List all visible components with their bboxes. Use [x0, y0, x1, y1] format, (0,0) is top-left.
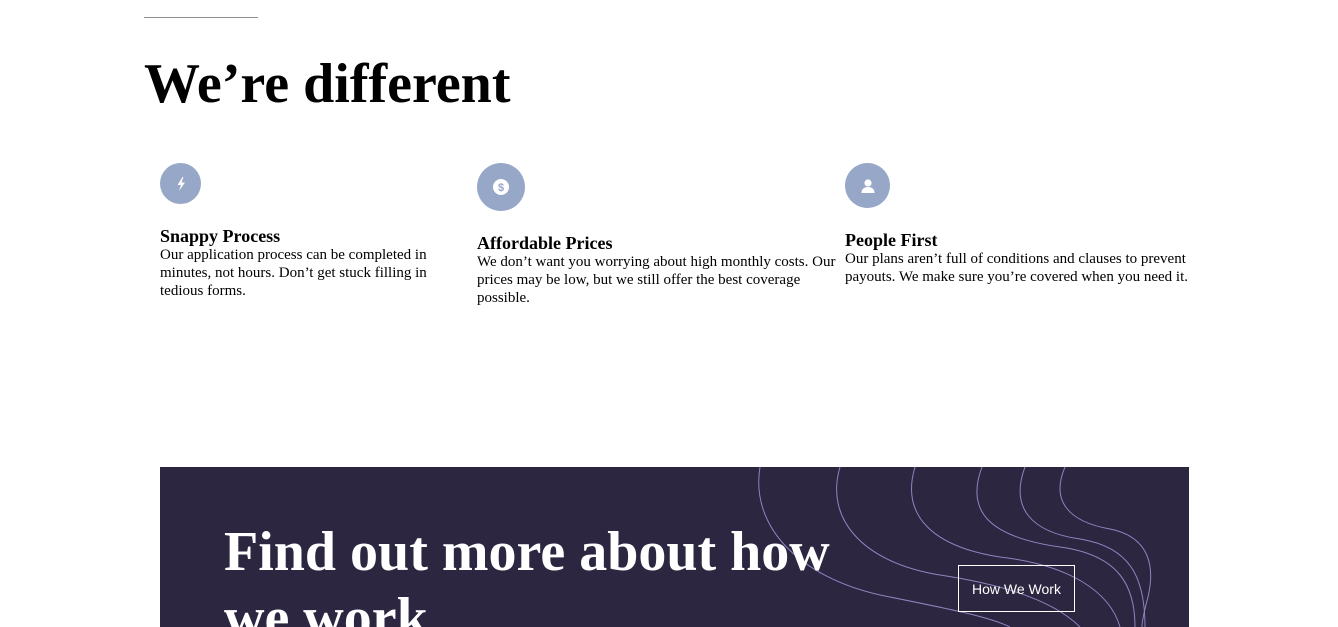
lightning-icon [160, 163, 201, 204]
feature-description: Our plans aren’t full of conditions and … [845, 251, 1188, 285]
svg-text:$: $ [498, 182, 504, 194]
feature-description: We don’t want you worrying about high mo… [477, 254, 836, 306]
feature-people-first: People First Our plans aren’t full of co… [845, 163, 1190, 286]
feature-description: Our application process can be completed… [160, 247, 427, 299]
feature-title: Affordable Prices [477, 233, 613, 253]
cta-heading: Find out more about how we work [224, 521, 830, 627]
feature-snappy-process: Snappy Process Our application process c… [160, 163, 450, 300]
how-we-work-button[interactable]: How We Work [958, 565, 1075, 612]
feature-title: Snappy Process [160, 226, 281, 246]
feature-affordable-prices: $ Affordable Prices We don’t want you wo… [477, 163, 837, 307]
section-divider [144, 17, 258, 18]
cta-banner: Find out more about how we work How We W… [160, 467, 1189, 627]
feature-title: People First [845, 230, 938, 250]
section-title: We’re different [144, 53, 511, 115]
dollar-icon: $ [477, 163, 525, 211]
user-icon [845, 163, 890, 208]
